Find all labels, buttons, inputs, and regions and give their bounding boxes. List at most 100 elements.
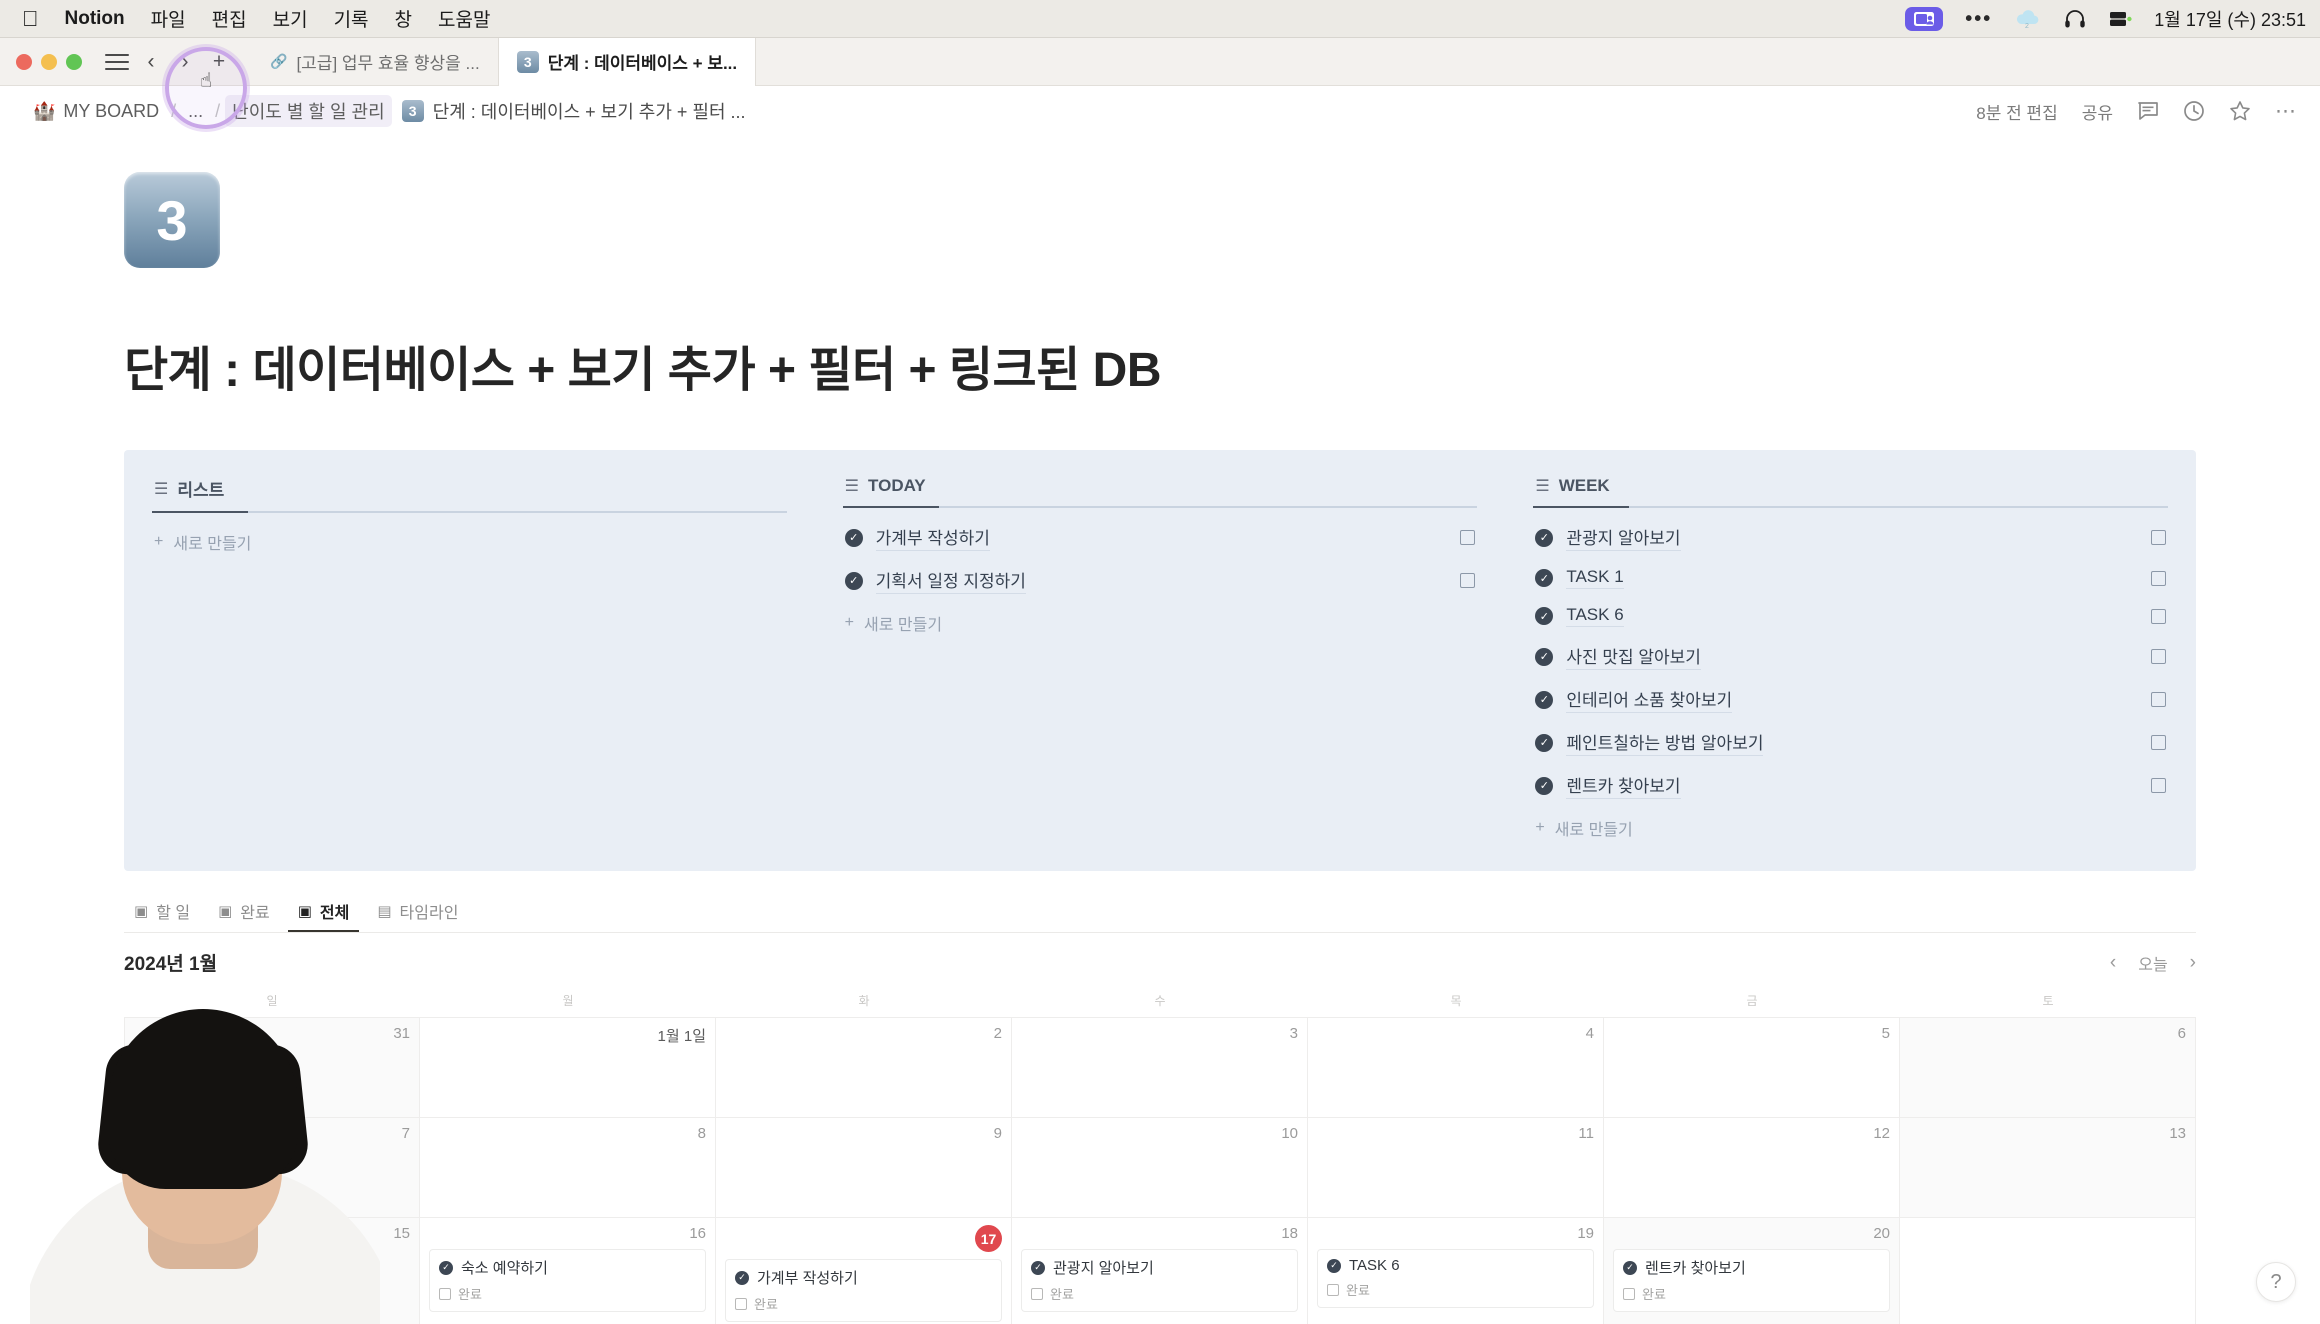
- menu-item-view[interactable]: 보기: [273, 5, 308, 32]
- calendar-event-card[interactable]: ✓ 관광지 알아보기 완료: [1021, 1249, 1298, 1312]
- sidebar-toggle-icon[interactable]: [100, 45, 134, 79]
- calendar-day-cell[interactable]: 8: [420, 1118, 716, 1217]
- done-checkbox[interactable]: [1327, 1283, 1339, 1296]
- cloud-icon[interactable]: 2: [2014, 9, 2042, 29]
- done-checkbox[interactable]: [2151, 735, 2167, 750]
- done-checkbox[interactable]: [1460, 530, 1476, 545]
- breadcrumb-ellipsis[interactable]: ...: [181, 98, 210, 125]
- done-checkbox[interactable]: [735, 1297, 747, 1310]
- calendar-event-card[interactable]: ✓ 가계부 작성하기 완료: [725, 1259, 1002, 1322]
- calendar-day-cell[interactable]: 2: [716, 1018, 1012, 1117]
- page-title[interactable]: 단계 : 데이터베이스 + 보기 추가 + 필터 + 링크된 DB: [124, 330, 2320, 400]
- comment-icon[interactable]: [2137, 101, 2159, 121]
- tab-all[interactable]: ▣ 전체: [288, 893, 360, 932]
- star-icon[interactable]: [2229, 100, 2251, 122]
- calendar-event-card[interactable]: ✓ 숙소 예약하기 완료: [429, 1249, 706, 1312]
- share-button[interactable]: 공유: [2082, 99, 2113, 124]
- tab-timeline[interactable]: ▤ 타임라인: [367, 893, 468, 932]
- tab-done[interactable]: ▣ 완료: [208, 893, 280, 932]
- list-item[interactable]: ✓ 사진 맛집 알아보기: [1533, 635, 2168, 678]
- calendar-day-cell[interactable]: 3: [1012, 1018, 1308, 1117]
- list-item[interactable]: ✓ 렌트카 찾아보기: [1533, 764, 2168, 807]
- done-checkbox[interactable]: [439, 1287, 451, 1300]
- breadcrumb-current-parent[interactable]: 난이도 별 할 일 관리: [225, 95, 392, 127]
- calendar-day-cell[interactable]: 16 ✓ 숙소 예약하기 완료: [420, 1218, 716, 1324]
- menu-item-history[interactable]: 기록: [334, 5, 369, 32]
- apple-menu-icon[interactable]: : [22, 7, 39, 30]
- today-button[interactable]: 오늘: [2138, 951, 2167, 975]
- event-done-property[interactable]: 완료: [1327, 1280, 1584, 1299]
- calendar-day-cell[interactable]: 6: [1900, 1018, 2196, 1117]
- calendar-day-cell-today[interactable]: 17 ✓ 가계부 작성하기 완료: [716, 1218, 1012, 1324]
- done-checkbox[interactable]: [2151, 692, 2167, 707]
- calendar-day-cell[interactable]: 12: [1604, 1118, 1900, 1217]
- chevron-right-icon[interactable]: ›: [2190, 952, 2196, 974]
- breadcrumb-current-page[interactable]: 3 단계 : 데이터베이스 + 보기 추가 + 필터 ...: [401, 98, 746, 124]
- done-checkbox[interactable]: [2151, 649, 2167, 664]
- battery-icon[interactable]: [2108, 9, 2132, 29]
- board-column-header[interactable]: ☰ WEEK: [1533, 470, 2168, 506]
- board-column-header[interactable]: ☰ TODAY: [843, 470, 1478, 506]
- done-checkbox[interactable]: [1623, 1287, 1635, 1300]
- calendar-day-cell[interactable]: 1월 1일: [420, 1018, 716, 1117]
- calendar-day-cell[interactable]: 5: [1604, 1018, 1900, 1117]
- menu-item-edit[interactable]: 편집: [212, 5, 247, 32]
- headphones-icon[interactable]: [2064, 9, 2086, 29]
- calendar-day-cell[interactable]: [1900, 1218, 2196, 1324]
- tab-todo[interactable]: ▣ 할 일: [124, 893, 200, 932]
- event-done-property[interactable]: 완료: [1623, 1284, 1880, 1303]
- calendar-day-cell[interactable]: 10: [1012, 1118, 1308, 1217]
- done-checkbox[interactable]: [2151, 608, 2167, 624]
- done-checkbox[interactable]: [2151, 778, 2167, 793]
- board-column-header[interactable]: ☰ 리스트: [152, 470, 787, 511]
- new-item-button[interactable]: + 새로 만들기: [152, 521, 787, 563]
- forward-icon[interactable]: ›: [168, 45, 202, 79]
- calendar-day-cell[interactable]: 9: [716, 1118, 1012, 1217]
- new-item-button[interactable]: + 새로 만들기: [1533, 807, 2168, 849]
- back-icon[interactable]: ‹: [134, 45, 168, 79]
- tab-database-view[interactable]: 3 단계 : 데이터베이스 + 보...: [498, 37, 757, 86]
- event-done-property[interactable]: 완료: [439, 1284, 696, 1303]
- done-checkbox[interactable]: [2151, 570, 2167, 586]
- done-checkbox[interactable]: [2151, 530, 2167, 545]
- calendar-day-cell[interactable]: 15: [124, 1218, 420, 1324]
- menu-item-file[interactable]: 파일: [151, 5, 186, 32]
- calendar-day-cell[interactable]: 31: [124, 1018, 420, 1117]
- minimize-window-button[interactable]: [41, 53, 57, 70]
- calendar-event-card[interactable]: ✓ TASK 6 완료: [1317, 1249, 1594, 1308]
- more-icon[interactable]: ⋯: [2275, 99, 2296, 124]
- calendar-day-cell[interactable]: 20 ✓ 렌트카 찾아보기 완료: [1604, 1218, 1900, 1324]
- list-item[interactable]: ✓ 가계부 작성하기: [843, 516, 1478, 559]
- menu-item-notion[interactable]: Notion: [65, 8, 125, 30]
- help-button[interactable]: ?: [2256, 1262, 2296, 1302]
- list-item[interactable]: ✓ 관광지 알아보기: [1533, 516, 2168, 559]
- list-item[interactable]: ✓ 인테리어 소품 찾아보기: [1533, 678, 2168, 721]
- screen-share-icon[interactable]: [1905, 6, 1944, 31]
- event-done-property[interactable]: 완료: [735, 1294, 992, 1313]
- calendar-day-cell[interactable]: 7: [124, 1118, 420, 1217]
- list-item[interactable]: ✓ 페인트칠하는 방법 알아보기: [1533, 721, 2168, 764]
- done-checkbox[interactable]: [1031, 1287, 1043, 1300]
- event-done-property[interactable]: 완료: [1031, 1284, 1288, 1303]
- list-item[interactable]: ✓ TASK 6: [1533, 597, 2168, 635]
- list-item[interactable]: ✓ 기획서 일정 지정하기: [843, 559, 1478, 602]
- done-checkbox[interactable]: [1460, 573, 1476, 588]
- new-item-button[interactable]: + 새로 만들기: [843, 602, 1478, 644]
- calendar-day-cell[interactable]: 11: [1308, 1118, 1604, 1217]
- chevron-left-icon[interactable]: ‹: [2110, 952, 2116, 974]
- menu-item-help[interactable]: 도움말: [438, 5, 490, 32]
- calendar-day-cell[interactable]: 4: [1308, 1018, 1604, 1117]
- clock-icon[interactable]: [2183, 100, 2205, 122]
- control-center-icon[interactable]: •••: [1965, 9, 1992, 29]
- calendar-day-cell[interactable]: 19 ✓ TASK 6 완료: [1308, 1218, 1604, 1324]
- breadcrumb-root[interactable]: 🏰 MY BOARD: [26, 98, 166, 125]
- tab-advanced-productivity[interactable]: 🔗 [고급] 업무 효율 향상을 ...: [252, 37, 499, 86]
- calendar-day-cell[interactable]: 18 ✓ 관광지 알아보기 완료: [1012, 1218, 1308, 1324]
- maximize-window-button[interactable]: [66, 53, 82, 70]
- list-item[interactable]: ✓ TASK 1: [1533, 559, 2168, 597]
- calendar-event-card[interactable]: ✓ 렌트카 찾아보기 완료: [1613, 1249, 1890, 1312]
- page-icon[interactable]: 3: [124, 172, 220, 268]
- close-window-button[interactable]: [16, 53, 32, 70]
- menu-item-window[interactable]: 창: [395, 5, 412, 32]
- calendar-day-cell[interactable]: 13: [1900, 1118, 2196, 1217]
